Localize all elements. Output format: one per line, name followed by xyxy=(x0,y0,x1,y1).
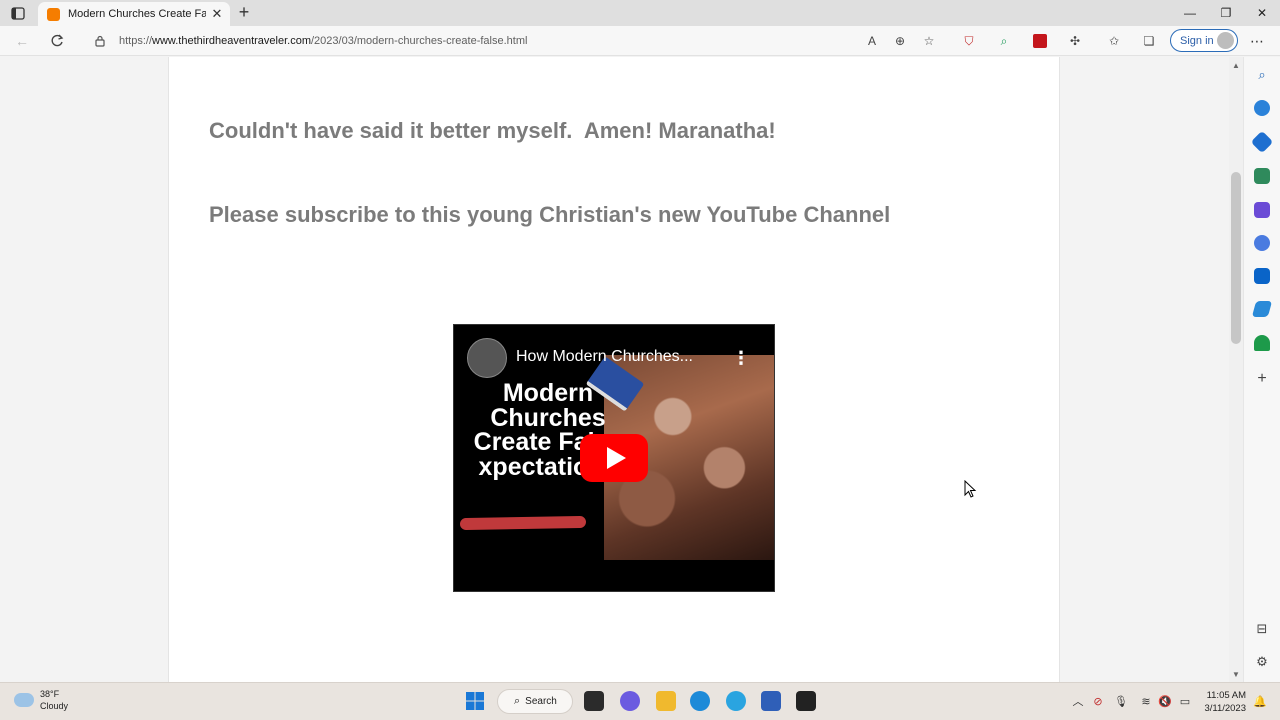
new-tab-button[interactable]: + xyxy=(235,2,253,22)
read-aloud-icon[interactable]: A xyxy=(863,32,881,50)
thumbnail-underline xyxy=(459,515,587,531)
bing-chat-icon[interactable] xyxy=(1254,100,1270,116)
sign-in-label: Sign in xyxy=(1180,34,1214,47)
show-hidden-icons[interactable]: ︿ xyxy=(1070,693,1086,709)
taskbar-search[interactable]: ⌕ Search xyxy=(497,689,573,714)
browser-toolbar: ← https://www.thethirdheaventraveler.com… xyxy=(0,26,1280,56)
sidebar-search-icon[interactable]: ⌕ xyxy=(1253,66,1271,84)
tab-actions-icon[interactable] xyxy=(8,4,28,22)
refresh-icon[interactable] xyxy=(47,31,67,51)
collections-icon[interactable]: ❏ xyxy=(1140,32,1158,50)
page-viewport: Couldn't have said it better myself. Ame… xyxy=(0,57,1229,682)
window-controls: — ❐ ✕ xyxy=(1172,0,1280,26)
close-tab-icon[interactable]: ✕ xyxy=(210,6,224,21)
system-clock[interactable]: 11:05 AM 3/11/2023 xyxy=(1198,689,1246,715)
weather-temp: 38°F xyxy=(40,689,60,699)
amen-heading: Couldn't have said it better myself. Ame… xyxy=(209,118,776,143)
scroll-thumb[interactable] xyxy=(1231,172,1241,344)
task-view-icon[interactable] xyxy=(584,691,604,711)
scroll-up-icon[interactable]: ▲ xyxy=(1229,59,1243,71)
extension-search-icon[interactable]: ⌕ xyxy=(995,32,1013,50)
blog-content-column: Couldn't have said it better myself. Ame… xyxy=(168,57,1060,682)
tab-strip: Modern Churches Create False E ✕ + — ❐ ✕ xyxy=(0,0,1280,26)
close-window-icon[interactable]: ✕ xyxy=(1244,0,1280,26)
cloud-icon xyxy=(14,693,34,707)
store-icon[interactable] xyxy=(761,691,781,711)
video-title[interactable]: How Modern Churches... xyxy=(516,348,693,366)
scroll-down-icon[interactable]: ▼ xyxy=(1229,668,1243,680)
camera-app-icon[interactable] xyxy=(796,691,816,711)
internet-explorer-icon[interactable] xyxy=(726,691,746,711)
security-tray-icon[interactable]: ⊘ xyxy=(1090,693,1106,709)
tree-icon[interactable] xyxy=(1254,335,1270,351)
start-windows-icon[interactable] xyxy=(465,691,485,711)
more-options-icon[interactable]: ⋯ xyxy=(1248,32,1266,50)
page-scrollbar[interactable]: ▲ ▼ xyxy=(1229,57,1243,682)
wifi-icon[interactable]: ≋ xyxy=(1138,693,1154,709)
video-menu-icon[interactable]: ⋮ xyxy=(732,347,750,369)
sidebar-settings-icon[interactable]: ⚙ xyxy=(1253,653,1271,671)
weather-widget[interactable]: 38°F Cloudy xyxy=(14,688,68,712)
subscribe-heading: Please subscribe to this young Christian… xyxy=(209,202,891,227)
clock-date: 3/11/2023 xyxy=(1204,703,1246,714)
weather-condition: Cloudy xyxy=(40,701,69,711)
pdf-extension-icon[interactable] xyxy=(1031,32,1049,50)
play-icon xyxy=(607,447,626,469)
hide-sidebar-icon[interactable]: ⊟ xyxy=(1253,620,1271,638)
extensions-puzzle-icon[interactable]: ✣ xyxy=(1066,32,1084,50)
edge-sidebar: ⌕ + ⊟ ⚙ xyxy=(1243,57,1280,682)
extension-shield-icon[interactable]: ⛉ xyxy=(960,32,978,50)
add-sidebar-app-icon[interactable]: + xyxy=(1253,370,1271,388)
tab-title: Modern Churches Create False E xyxy=(68,8,206,20)
zoom-icon[interactable]: ⊕ xyxy=(891,32,909,50)
youtube-embed[interactable]: Modern Churches Create False xpectations… xyxy=(453,324,775,592)
blogger-favicon-icon xyxy=(47,7,60,21)
favorites-icon[interactable]: ✩ xyxy=(1105,32,1123,50)
add-favorite-icon[interactable]: ☆ xyxy=(920,32,938,50)
search-label: Search xyxy=(525,696,557,707)
avatar xyxy=(1217,32,1234,49)
back-arrow-icon[interactable]: ← xyxy=(12,31,32,51)
sign-in-button[interactable]: Sign in xyxy=(1170,29,1238,52)
restore-icon[interactable]: ❐ xyxy=(1208,0,1244,26)
play-button[interactable] xyxy=(580,434,648,482)
search-icon: ⌕ xyxy=(514,695,521,707)
edge-taskbar-icon[interactable] xyxy=(690,691,710,711)
volume-muted-icon[interactable]: 🔇 xyxy=(1157,693,1173,709)
windows-taskbar: 38°F Cloudy ⌕ Search ︿ ⊘ 🎙 ≋ 🔇 ▭ 11:05 A… xyxy=(0,682,1280,720)
battery-icon[interactable]: ▭ xyxy=(1177,693,1193,709)
chat-icon[interactable] xyxy=(620,691,640,711)
shopping-tag-icon[interactable] xyxy=(1250,130,1274,154)
mouse-cursor-icon xyxy=(964,480,977,498)
games-icon[interactable] xyxy=(1254,202,1270,218)
address-bar[interactable]: https://www.thethirdheaventraveler.com/2… xyxy=(86,29,948,53)
url-text: https://www.thethirdheaventraveler.com/2… xyxy=(119,35,528,47)
send-icon[interactable] xyxy=(1251,301,1273,317)
minimize-icon[interactable]: — xyxy=(1172,0,1208,26)
outlook-icon[interactable] xyxy=(1254,268,1270,284)
microphone-icon[interactable]: 🎙 xyxy=(1113,693,1129,709)
channel-avatar[interactable] xyxy=(467,338,507,378)
tools-icon[interactable] xyxy=(1254,168,1270,184)
clock-time: 11:05 AM xyxy=(1206,690,1246,701)
microsoft-365-icon[interactable] xyxy=(1254,235,1270,251)
lock-icon[interactable] xyxy=(94,34,106,48)
notifications-icon[interactable]: 🔔 xyxy=(1252,693,1268,709)
file-explorer-icon[interactable] xyxy=(656,691,676,711)
browser-tab[interactable]: Modern Churches Create False E ✕ xyxy=(38,2,230,26)
